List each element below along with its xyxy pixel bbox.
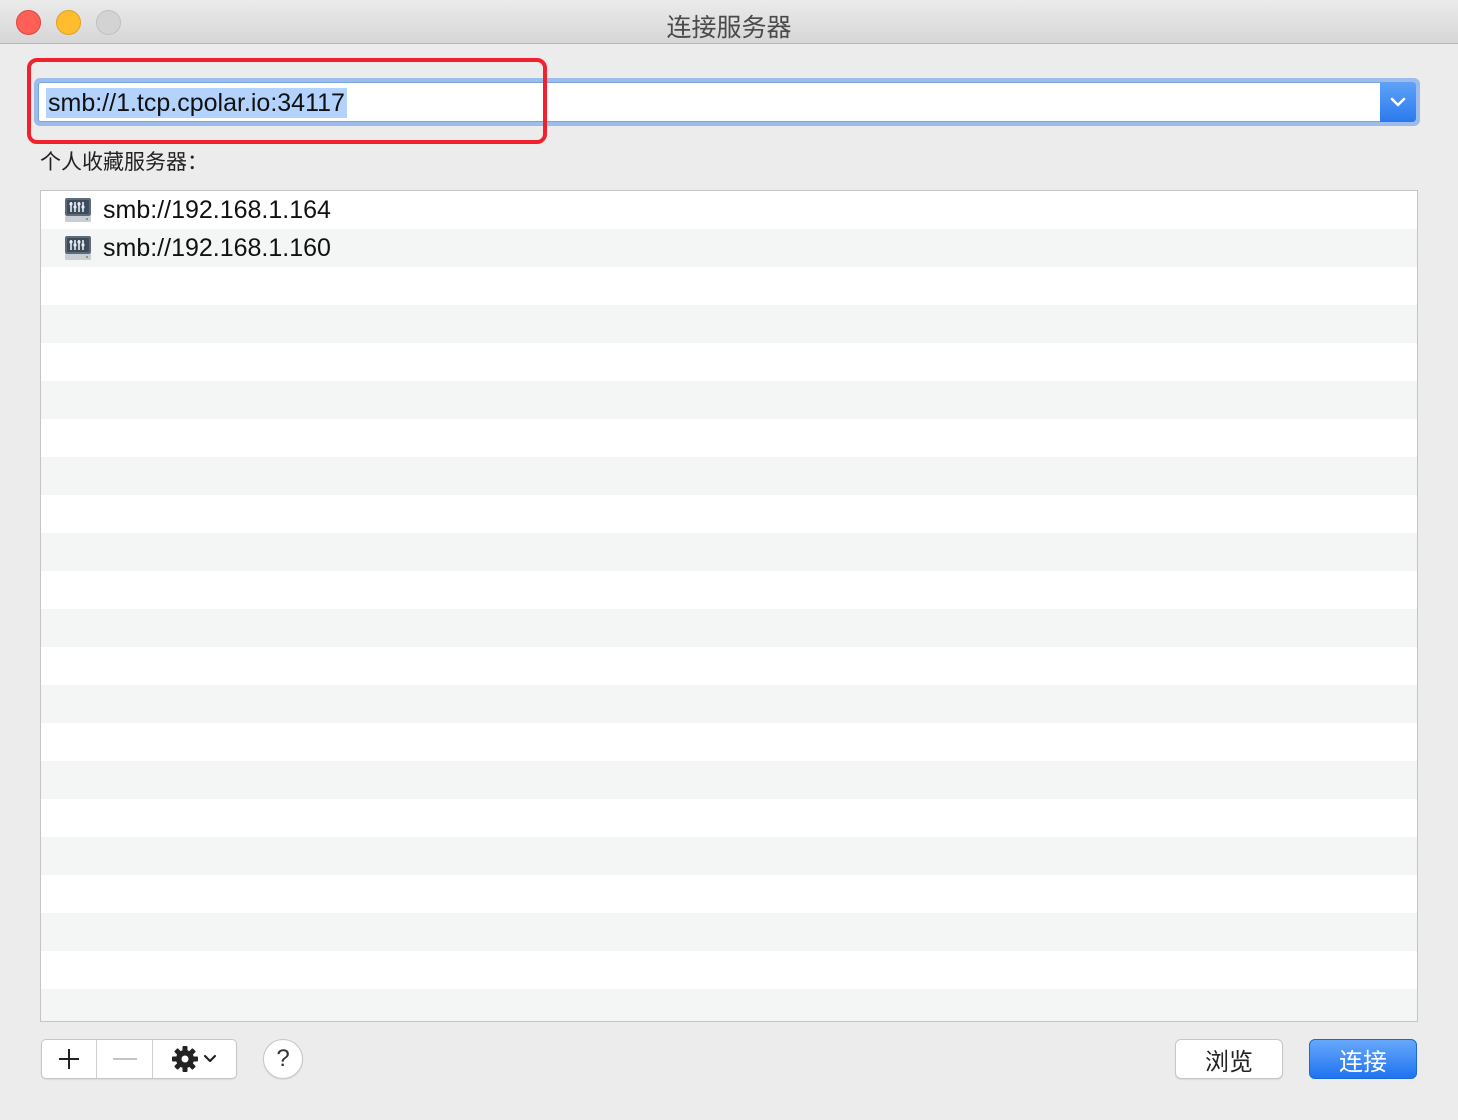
empty-list-row xyxy=(41,951,1417,989)
empty-list-row xyxy=(41,533,1417,571)
remove-favorite-button[interactable] xyxy=(97,1040,153,1078)
connect-button[interactable]: 连接 xyxy=(1309,1039,1417,1079)
favorite-servers-list[interactable]: smb://192.168.1.164 smb://192.168.1.160 xyxy=(40,190,1418,1022)
window-title: 连接服务器 xyxy=(666,13,792,42)
empty-list-row xyxy=(41,495,1417,533)
empty-list-row xyxy=(41,989,1417,1021)
empty-list-row xyxy=(41,761,1417,799)
empty-list-row xyxy=(41,343,1417,381)
empty-list-row xyxy=(41,685,1417,723)
chevron-down-icon xyxy=(204,1054,217,1063)
empty-list-row xyxy=(41,457,1417,495)
empty-list-row xyxy=(41,723,1417,761)
server-item-label: smb://192.168.1.164 xyxy=(103,195,331,224)
list-item[interactable]: smb://192.168.1.164 xyxy=(41,191,1417,229)
plus-icon xyxy=(59,1049,80,1069)
empty-list-row xyxy=(41,875,1417,913)
help-button[interactable]: ? xyxy=(263,1039,303,1079)
empty-list-row xyxy=(41,267,1417,305)
title-bar: 连接服务器 xyxy=(0,0,1458,44)
recent-servers-dropdown-button[interactable] xyxy=(1380,82,1416,122)
empty-list-row xyxy=(41,609,1417,647)
network-drive-icon xyxy=(65,198,91,222)
list-edit-segmented-control xyxy=(41,1039,237,1079)
empty-list-row xyxy=(41,913,1417,951)
empty-list-row xyxy=(41,381,1417,419)
empty-list-row xyxy=(41,837,1417,875)
add-favorite-button[interactable] xyxy=(42,1040,98,1078)
highlight-annotation-box xyxy=(27,58,547,144)
empty-list-row xyxy=(41,647,1417,685)
empty-list-row xyxy=(41,419,1417,457)
action-menu-button[interactable] xyxy=(153,1040,236,1078)
list-item[interactable]: smb://192.168.1.160 xyxy=(41,229,1417,267)
favorite-servers-label: 个人收藏服务器： xyxy=(40,150,208,174)
network-drive-icon xyxy=(65,236,91,260)
empty-list-row xyxy=(41,571,1417,609)
empty-list-row xyxy=(41,305,1417,343)
chevron-down-icon xyxy=(1390,97,1406,107)
gear-icon xyxy=(172,1046,199,1072)
empty-list-row xyxy=(41,799,1417,837)
server-item-label: smb://192.168.1.160 xyxy=(103,233,331,262)
browse-button[interactable]: 浏览 xyxy=(1175,1039,1283,1079)
minus-icon xyxy=(112,1058,137,1060)
